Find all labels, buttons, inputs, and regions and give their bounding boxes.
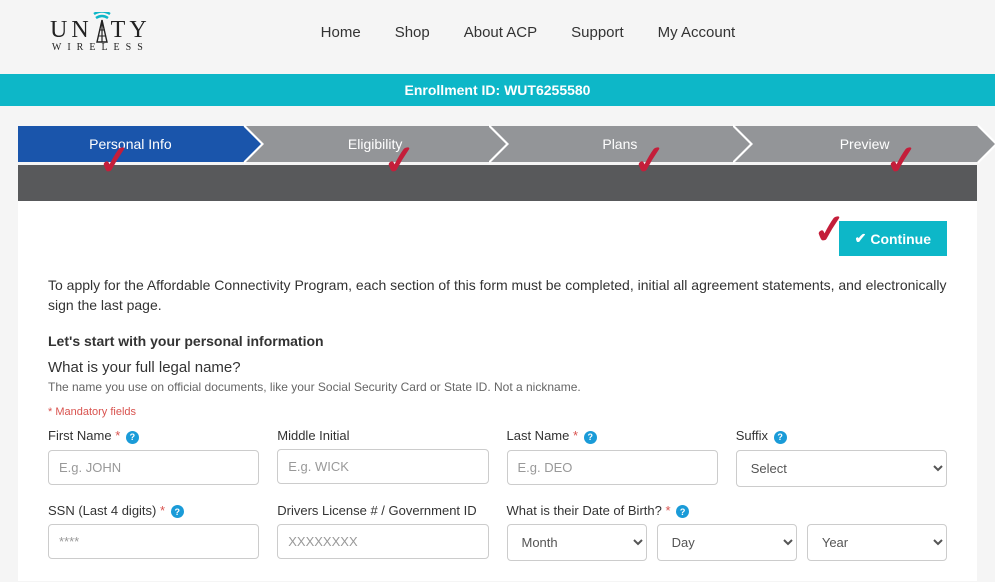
enrollment-id-bar: Enrollment ID: WUT6255580	[0, 74, 995, 106]
check-icon: ✔	[855, 230, 867, 247]
nav-home[interactable]: Home	[321, 24, 361, 41]
step-personal-info[interactable]: Personal Info ✓	[18, 126, 243, 162]
section-title: Let's start with your personal informati…	[48, 333, 947, 349]
progress-steps: Personal Info ✓ Eligibility ✓ Plans ✓ Pr…	[18, 126, 977, 162]
step-label: Plans	[602, 136, 637, 152]
last-name-label: Last Name * ?	[507, 428, 718, 444]
ssn-label: SSN (Last 4 digits) * ?	[48, 503, 259, 519]
dl-label: Drivers License # / Government ID	[277, 503, 488, 518]
first-name-input[interactable]	[48, 450, 259, 485]
nav-my-account[interactable]: My Account	[658, 24, 736, 41]
continue-row: ✓ ✔ Continue	[48, 221, 947, 256]
dob-day-select[interactable]: Day	[657, 524, 797, 561]
help-icon[interactable]: ?	[584, 431, 597, 444]
nav-support[interactable]: Support	[571, 24, 624, 41]
logo[interactable]: UN TY WIRELESS	[50, 12, 151, 53]
form-grid-row1: First Name * ? Middle Initial Last Name …	[48, 428, 947, 487]
logo-text-left: UN	[50, 17, 93, 44]
step-preview[interactable]: Preview ✓	[732, 126, 977, 162]
field-ssn: SSN (Last 4 digits) * ?	[48, 503, 259, 562]
step-plans[interactable]: Plans ✓	[488, 126, 733, 162]
step-label: Preview	[840, 136, 890, 152]
intro-text: To apply for the Affordable Connectivity…	[48, 276, 947, 315]
subheader-bar	[18, 165, 977, 201]
first-name-label: First Name * ?	[48, 428, 259, 444]
ssn-input[interactable]	[48, 524, 259, 559]
form-grid-row2: SSN (Last 4 digits) * ? Drivers License …	[48, 503, 947, 562]
dob-month-select[interactable]: Month	[507, 524, 647, 561]
main-nav: Home Shop About ACP Support My Account	[321, 24, 736, 41]
mandatory-note: * Mandatory fields	[48, 406, 947, 418]
dob-label: What is their Date of Birth? * ?	[507, 503, 948, 519]
dl-input[interactable]	[277, 524, 488, 559]
continue-label: Continue	[870, 231, 931, 247]
field-first-name: First Name * ?	[48, 428, 259, 487]
dob-group: Month Day Year	[507, 524, 948, 561]
field-dob: What is their Date of Birth? * ? Month D…	[507, 503, 948, 562]
field-middle-initial: Middle Initial	[277, 428, 488, 487]
help-icon[interactable]: ?	[676, 505, 689, 518]
progress-steps-container: Personal Info ✓ Eligibility ✓ Plans ✓ Pr…	[18, 126, 977, 201]
field-drivers-license: Drivers License # / Government ID	[277, 503, 488, 562]
help-icon[interactable]: ?	[171, 505, 184, 518]
step-label: Personal Info	[89, 136, 172, 152]
form-content: ✓ ✔ Continue To apply for the Affordable…	[18, 201, 977, 581]
last-name-input[interactable]	[507, 450, 718, 485]
field-suffix: Suffix ? Select	[736, 428, 947, 487]
nav-shop[interactable]: Shop	[395, 24, 430, 41]
step-eligibility[interactable]: Eligibility ✓	[243, 126, 488, 162]
name-hint: The name you use on official documents, …	[48, 380, 947, 394]
field-last-name: Last Name * ?	[507, 428, 718, 487]
suffix-select[interactable]: Select	[736, 450, 947, 487]
name-question: What is your full legal name?	[48, 359, 947, 376]
middle-initial-label: Middle Initial	[277, 428, 488, 443]
nav-about-acp[interactable]: About ACP	[464, 24, 537, 41]
dob-year-select[interactable]: Year	[807, 524, 947, 561]
help-icon[interactable]: ?	[126, 431, 139, 444]
top-header: UN TY WIRELESS Home Shop About ACP Suppo…	[0, 0, 995, 74]
help-icon[interactable]: ?	[774, 431, 787, 444]
logo-tower-icon	[91, 12, 113, 44]
suffix-label: Suffix ?	[736, 428, 947, 444]
logo-text-right: TY	[111, 17, 151, 44]
step-label: Eligibility	[348, 136, 402, 152]
continue-button[interactable]: ✔ Continue	[839, 221, 947, 256]
middle-initial-input[interactable]	[277, 449, 488, 484]
